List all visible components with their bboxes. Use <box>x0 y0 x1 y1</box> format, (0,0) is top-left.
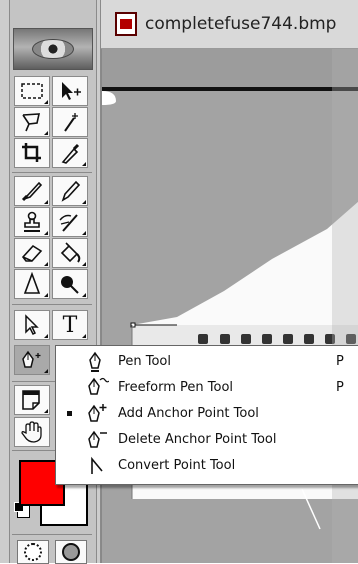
document-file-icon <box>115 12 137 36</box>
photoshop-eye-logo[interactable] <box>13 28 93 70</box>
eraser-tool-button[interactable] <box>14 238 50 268</box>
menu-item-pen-tool[interactable]: Pen Tool P <box>56 349 358 375</box>
menu-item-label: Freeform Pen Tool <box>118 380 234 395</box>
menu-item-label: Convert Point Tool <box>118 458 236 473</box>
type-tool-icon: T <box>62 312 78 338</box>
freeform-pen-icon <box>88 377 109 395</box>
eraser-tool-icon <box>21 244 43 262</box>
default-colors-icon[interactable] <box>14 502 30 518</box>
quick-mask-mode-icon <box>62 543 80 561</box>
move-tool-icon <box>62 82 81 100</box>
pencil-tool-icon <box>61 180 81 202</box>
menu-item-add-anchor-point-tool[interactable]: Add Anchor Point Tool <box>56 401 358 427</box>
toolbox-divider <box>12 534 92 535</box>
pen-tool-flyout-menu: Pen Tool P Freeform Pen Tool P Add Ancho… <box>55 345 358 485</box>
paint-bucket-tool-button[interactable] <box>52 238 88 268</box>
blur-tool-icon <box>23 272 41 294</box>
burn-tool-button[interactable] <box>52 269 88 299</box>
pen-tool-icon <box>22 350 41 368</box>
selected-indicator-icon <box>67 411 72 416</box>
menu-item-shortcut: P <box>336 354 344 369</box>
magic-wand-tool-button[interactable] <box>52 107 88 137</box>
toolbox-divider <box>12 304 92 305</box>
history-brush-tool-button[interactable] <box>52 207 88 237</box>
menu-item-convert-point-tool[interactable]: Convert Point Tool <box>56 453 358 479</box>
move-tool-button[interactable] <box>52 76 88 106</box>
brush-tool-icon <box>21 181 43 202</box>
menu-item-label: Pen Tool <box>118 354 171 369</box>
notes-tool-icon <box>22 390 40 410</box>
brush-tool-button[interactable] <box>14 176 50 206</box>
blur-tool-button[interactable] <box>14 269 50 299</box>
burn-tool-icon <box>61 276 79 294</box>
canvas-artwork <box>102 49 358 563</box>
crop-tool-button[interactable] <box>14 138 50 168</box>
document-title: completefuse744.bmp <box>145 14 337 34</box>
standard-mode-button[interactable] <box>17 540 49 564</box>
convert-point-icon <box>91 456 103 474</box>
history-brush-tool-icon <box>59 214 78 232</box>
paint-bucket-tool-icon <box>60 242 81 263</box>
notes-tool-button[interactable] <box>14 385 50 415</box>
magic-wand-tool-icon <box>64 113 78 132</box>
lasso-tool-icon <box>22 113 41 132</box>
menu-item-freeform-pen-tool[interactable]: Freeform Pen Tool P <box>56 375 358 401</box>
type-tool-button[interactable]: T <box>52 310 88 340</box>
eyedropper-tool-icon <box>61 143 80 164</box>
pen-tool-button[interactable] <box>14 345 50 375</box>
delete-anchor-point-icon <box>88 430 107 448</box>
document-canvas[interactable] <box>101 49 358 563</box>
menu-item-shortcut: P <box>336 380 344 395</box>
pencil-tool-button[interactable] <box>52 176 88 206</box>
menu-item-delete-anchor-point-tool[interactable]: Delete Anchor Point Tool <box>56 427 358 453</box>
eye-icon <box>32 39 74 59</box>
pen-icon <box>89 351 101 372</box>
quick-mask-mode-button[interactable] <box>55 540 87 564</box>
standard-mode-icon <box>24 543 42 561</box>
path-select-tool-button[interactable] <box>14 310 50 340</box>
lasso-tool-button[interactable] <box>14 107 50 137</box>
add-anchor-point-icon <box>88 404 107 422</box>
clone-stamp-tool-button[interactable] <box>14 207 50 237</box>
menu-item-label: Delete Anchor Point Tool <box>118 432 277 447</box>
hand-tool-icon <box>21 421 42 443</box>
document-title-bar[interactable]: completefuse744.bmp <box>101 0 358 49</box>
clone-stamp-tool-icon <box>24 211 40 232</box>
path-select-tool-icon <box>25 314 39 336</box>
marquee-tool-icon <box>21 83 43 99</box>
crop-tool-icon <box>22 143 41 162</box>
eyedropper-tool-button[interactable] <box>52 138 88 168</box>
hand-tool-button[interactable] <box>14 417 50 447</box>
menu-item-label: Add Anchor Point Tool <box>118 406 259 421</box>
marquee-tool-button[interactable] <box>14 76 50 106</box>
toolbox-divider <box>12 172 92 173</box>
